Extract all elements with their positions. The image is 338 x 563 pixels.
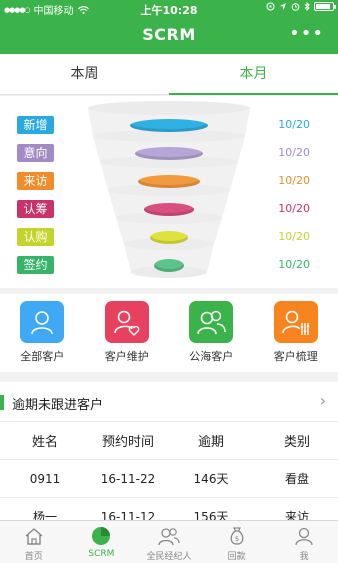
page-title: SCRM	[142, 25, 196, 44]
tabbar-label: 全民经纪人	[146, 552, 192, 562]
tabbar-agents[interactable]: 全民经纪人	[135, 521, 203, 563]
location-icon	[266, 2, 275, 11]
funnel-stage-count: 10/20	[278, 202, 310, 215]
funnel-stage-label: 意向	[17, 144, 54, 162]
customer-shortcuts: 全部客户 客户维护 公海客户 客户梳理	[0, 294, 338, 372]
column-header: 逾期	[197, 435, 224, 450]
funnel-stage-count: 10/20	[278, 258, 310, 271]
alarm-icon	[291, 3, 300, 11]
group-icon	[189, 301, 234, 343]
column-header: 类别	[283, 435, 310, 450]
funnel-stage-disc	[154, 259, 184, 272]
battery-icon	[314, 2, 336, 11]
customer-name: 0911	[29, 471, 61, 486]
appointment-time: 16-11-22	[100, 471, 156, 486]
funnel-stage-count: 10/20	[278, 118, 310, 131]
status-bar: ●●●●○ 中国移动 上午10:28	[0, 0, 338, 17]
column-header: 预约时间	[101, 435, 154, 450]
funnel-stage-count: 10/20	[278, 230, 310, 243]
funnel-stage-count: 10/20	[278, 174, 310, 187]
tabbar-payment[interactable]: $ 回款	[203, 521, 271, 563]
shortcut-customer-care[interactable]: 客户维护	[85, 294, 170, 372]
tabbar-me[interactable]: 我	[270, 521, 338, 563]
home-icon	[23, 525, 45, 547]
overdue-header[interactable]: 逾期未跟进客户 ›	[0, 382, 338, 422]
funnel-stage-label: 签约	[17, 256, 54, 274]
funnel-stage-disc	[150, 231, 188, 244]
bottom-tab-bar: 首页 SCRM 全民经纪人 $ 回款 我	[0, 520, 338, 563]
sort-person-icon	[273, 301, 318, 343]
funnel-stage-label: 认购	[17, 228, 54, 246]
tabbar-scrm[interactable]: SCRM	[68, 521, 136, 563]
shortcut-public-customers[interactable]: 公海客户	[169, 294, 254, 372]
money-bag-icon: $	[226, 525, 248, 547]
table-header: 姓名 预约时间 逾期 类别	[0, 422, 338, 460]
funnel-stage-disc	[135, 147, 203, 160]
person-icon	[20, 301, 65, 343]
bluetooth-icon	[304, 2, 310, 11]
funnel-stage-count: 10/20	[278, 146, 310, 159]
customer-category: 看盘	[284, 472, 309, 486]
tabbar-label: 回款	[227, 552, 246, 562]
shortcut-label: 公海客户	[189, 350, 234, 363]
funnel-stage-disc	[144, 203, 194, 216]
shortcut-label: 全部客户	[20, 350, 65, 363]
care-icon	[104, 301, 149, 343]
funnel-stage-label: 新增	[17, 116, 54, 134]
more-button[interactable]: •••	[289, 23, 324, 44]
overdue-title: 逾期未跟进客户	[12, 398, 104, 413]
tab-this-week[interactable]: 本周	[0, 54, 169, 94]
shortcut-all-customers[interactable]: 全部客户	[0, 294, 85, 372]
funnel-stage-disc	[138, 175, 200, 188]
column-header: 姓名	[31, 435, 58, 450]
chart-icon	[90, 525, 112, 547]
sales-funnel: 新增 10/20 意向 10/20 来访 10/20 认筹 10/20 认购 10/20 签约 10/…	[0, 96, 338, 288]
shortcut-customer-sorting[interactable]: 客户梳理	[254, 294, 338, 372]
user-icon	[293, 525, 315, 547]
shortcut-label: 客户梳理	[273, 350, 318, 363]
shortcut-label: 客户维护	[104, 350, 149, 363]
overdue-days: 146天	[193, 472, 229, 486]
tabbar-label: 我	[299, 552, 309, 562]
tabbar-label: 首页	[24, 552, 43, 562]
table-row[interactable]: 0911 16-11-22 146天 看盘	[0, 460, 338, 498]
svg-text:$: $	[234, 535, 238, 543]
navigation-icon	[280, 3, 286, 10]
tabbar-home[interactable]: 首页	[0, 521, 68, 563]
tab-this-month[interactable]: 本月	[169, 54, 338, 95]
people-icon	[158, 525, 180, 547]
period-tabs: 本周 本月	[0, 54, 338, 95]
tabbar-label: SCRM	[88, 549, 115, 559]
nav-bar: SCRM •••	[0, 16, 338, 54]
funnel-stage-label: 认筹	[17, 200, 54, 218]
funnel-stage-disc	[130, 119, 208, 132]
chevron-right-icon[interactable]: ›	[320, 391, 326, 410]
funnel-stage-label: 来访	[17, 172, 54, 190]
section-accent-bar	[0, 395, 4, 410]
